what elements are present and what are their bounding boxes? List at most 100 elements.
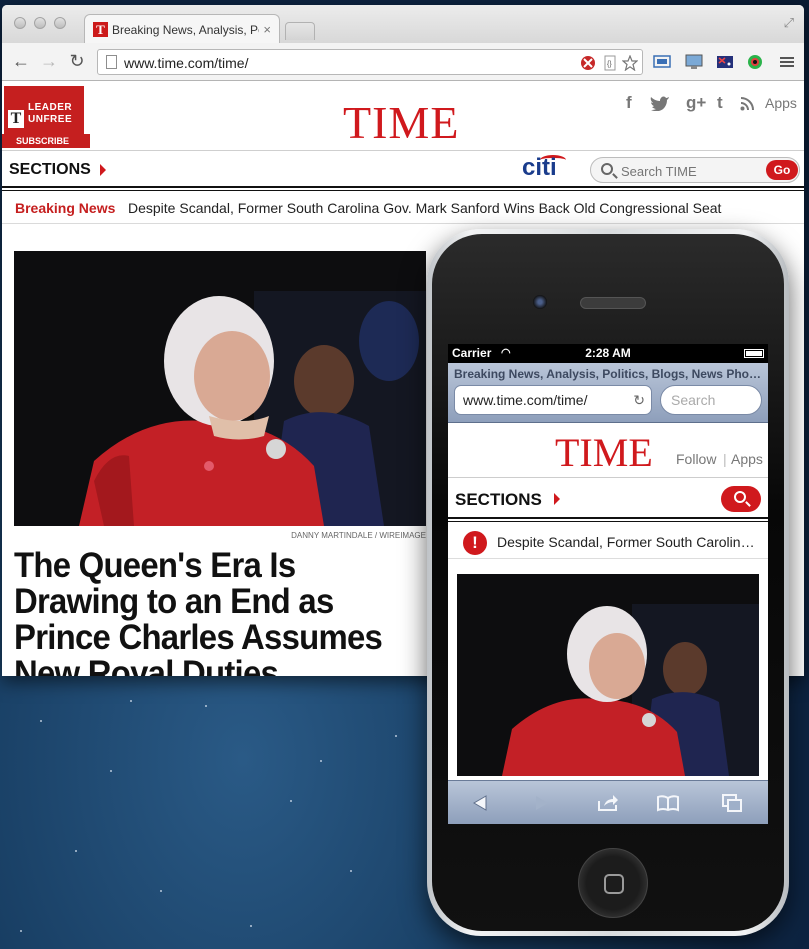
- page-icon: [106, 55, 117, 69]
- alert-icon: !: [463, 531, 487, 555]
- mobile-queen-photo[interactable]: [457, 574, 759, 776]
- close-window-button[interactable]: [14, 17, 26, 29]
- safari-address-bar: Breaking News, Analysis, Politics, Blogs…: [448, 363, 768, 423]
- star: [110, 770, 112, 772]
- rss-icon[interactable]: [740, 97, 754, 111]
- screen-icon[interactable]: [685, 54, 703, 70]
- cover-text: LEADER UNFREE: [28, 102, 72, 126]
- mobile-sections-menu[interactable]: SECTIONS: [455, 490, 542, 510]
- sections-menu[interactable]: SECTIONS: [9, 161, 91, 179]
- mobile-time-logo[interactable]: TIME: [555, 429, 653, 476]
- apps-link[interactable]: Apps: [765, 95, 797, 111]
- mobile-separator: |: [723, 451, 727, 467]
- citi-logo[interactable]: citi: [522, 154, 557, 182]
- time-logo[interactable]: TIME: [343, 96, 459, 149]
- search-box: Go: [590, 157, 800, 183]
- battery-icon: [744, 349, 764, 358]
- time-favicon-icon: T: [93, 22, 108, 37]
- code-icon[interactable]: {}: [602, 55, 618, 71]
- tab-close-icon[interactable]: ×: [263, 22, 271, 37]
- share-icon[interactable]: [596, 793, 620, 813]
- breaking-news-bar: Breaking News Despite Scandal, Former So…: [2, 190, 804, 224]
- home-button[interactable]: [578, 848, 648, 918]
- facebook-icon[interactable]: f: [626, 93, 632, 113]
- star: [40, 720, 42, 722]
- back-arrow-icon[interactable]: [468, 793, 492, 813]
- badge-t-icon: T: [8, 110, 24, 128]
- mobile-site-header: TIME Follow | Apps: [448, 424, 768, 478]
- fullscreen-icon[interactable]: ⤢: [784, 15, 794, 31]
- star: [160, 890, 162, 892]
- mobile-url-text[interactable]: www.time.com/time/: [463, 392, 587, 408]
- screen-capture-icon[interactable]: [653, 54, 671, 70]
- cover-line-2: UNFREE: [28, 114, 73, 125]
- status-bar: Carrier ◠ 2:28 AM: [448, 344, 768, 363]
- tumblr-icon[interactable]: t: [717, 93, 723, 113]
- forward-arrow-icon[interactable]: [530, 793, 554, 813]
- mobile-breaking-text[interactable]: Despite Scandal, Former South Carolina G…: [497, 534, 759, 550]
- star: [20, 930, 22, 932]
- browser-toolbar: ← → ↻ www.time.com/time/ {}: [2, 43, 804, 81]
- safari-toolbar: [448, 780, 768, 824]
- photo-credit: DANNY MARTINDALE / WIREIMAGE: [291, 531, 426, 540]
- star: [290, 800, 292, 802]
- mobile-sections-arrow-icon[interactable]: [554, 493, 560, 505]
- breaking-news-label: Breaking News: [15, 200, 116, 216]
- star: [350, 870, 352, 872]
- breaking-news-link[interactable]: Despite Scandal, Former South Carolina G…: [128, 200, 721, 216]
- flag-icon[interactable]: [716, 54, 734, 70]
- star: [395, 735, 397, 737]
- status-time: 2:28 AM: [585, 346, 631, 360]
- mobile-search-field[interactable]: Search: [660, 385, 762, 415]
- mobile-search-icon: [734, 491, 746, 503]
- star: [205, 705, 207, 707]
- bookmarks-icon[interactable]: [656, 793, 680, 813]
- google-plus-icon[interactable]: g+: [686, 93, 706, 113]
- queen-photo[interactable]: [14, 251, 426, 526]
- browser-tab[interactable]: T Breaking News, Analysis, Politics, Blo…: [84, 14, 280, 44]
- star: [75, 850, 77, 852]
- blocked-icon[interactable]: [580, 55, 596, 71]
- tab-title: Breaking News, Analysis, Politics, Blogs…: [112, 22, 259, 37]
- mobile-breaking-news[interactable]: ! Despite Scandal, Former South Carolina…: [448, 525, 768, 559]
- pages-icon[interactable]: [720, 793, 744, 813]
- star-icon[interactable]: [622, 55, 638, 71]
- sections-arrow-icon[interactable]: [100, 164, 106, 176]
- subscribe-label[interactable]: SUBSCRIBE: [2, 134, 90, 148]
- twitter-icon[interactable]: [650, 95, 670, 111]
- address-bar[interactable]: www.time.com/time/ {}: [97, 49, 643, 75]
- phone-screen: Carrier ◠ 2:28 AM Breaking News, Analysi…: [448, 344, 768, 824]
- minimize-window-button[interactable]: [34, 17, 46, 29]
- mobile-reload-icon[interactable]: ↻: [633, 392, 645, 409]
- url-text[interactable]: www.time.com/time/: [124, 55, 248, 71]
- title-bar: T Breaking News, Analysis, Politics, Blo…: [2, 5, 804, 44]
- search-go-button[interactable]: Go: [766, 160, 798, 180]
- mobile-follow-link[interactable]: Follow: [676, 451, 716, 467]
- mobile-sections-bar: SECTIONS: [448, 479, 768, 522]
- mobile-search-button[interactable]: [721, 486, 761, 512]
- menu-icon[interactable]: [778, 54, 796, 70]
- star: [250, 925, 252, 927]
- mobile-apps-link[interactable]: Apps: [731, 451, 763, 467]
- cover-line-1: LEADER: [28, 102, 73, 113]
- color-picker-icon[interactable]: [746, 54, 764, 70]
- headline[interactable]: The Queen's Era Is Drawing to an End as …: [14, 548, 409, 677]
- back-button[interactable]: ←: [10, 51, 32, 72]
- search-icon: [601, 163, 613, 175]
- forward-button[interactable]: →: [38, 51, 60, 72]
- iphone-simulator: Carrier ◠ 2:28 AM Breaking News, Analysi…: [427, 229, 789, 936]
- star: [130, 700, 132, 702]
- search-input[interactable]: [621, 162, 756, 180]
- zoom-window-button[interactable]: [54, 17, 66, 29]
- star: [320, 760, 322, 762]
- mobile-url-field[interactable]: www.time.com/time/ ↻: [454, 385, 652, 415]
- reload-button[interactable]: ↻: [66, 51, 88, 72]
- front-camera: [533, 295, 547, 309]
- sections-bar: SECTIONS citi Go: [2, 150, 804, 191]
- earpiece-speaker: [580, 297, 646, 309]
- new-tab-button[interactable]: [285, 22, 315, 40]
- home-square-icon: [604, 874, 624, 894]
- subscribe-badge[interactable]: LEADER UNFREE T SUBSCRIBE: [2, 86, 90, 148]
- svg-text:{}: {}: [607, 61, 612, 68]
- mobile-page-title: Breaking News, Analysis, Politics, Blogs…: [454, 367, 762, 381]
